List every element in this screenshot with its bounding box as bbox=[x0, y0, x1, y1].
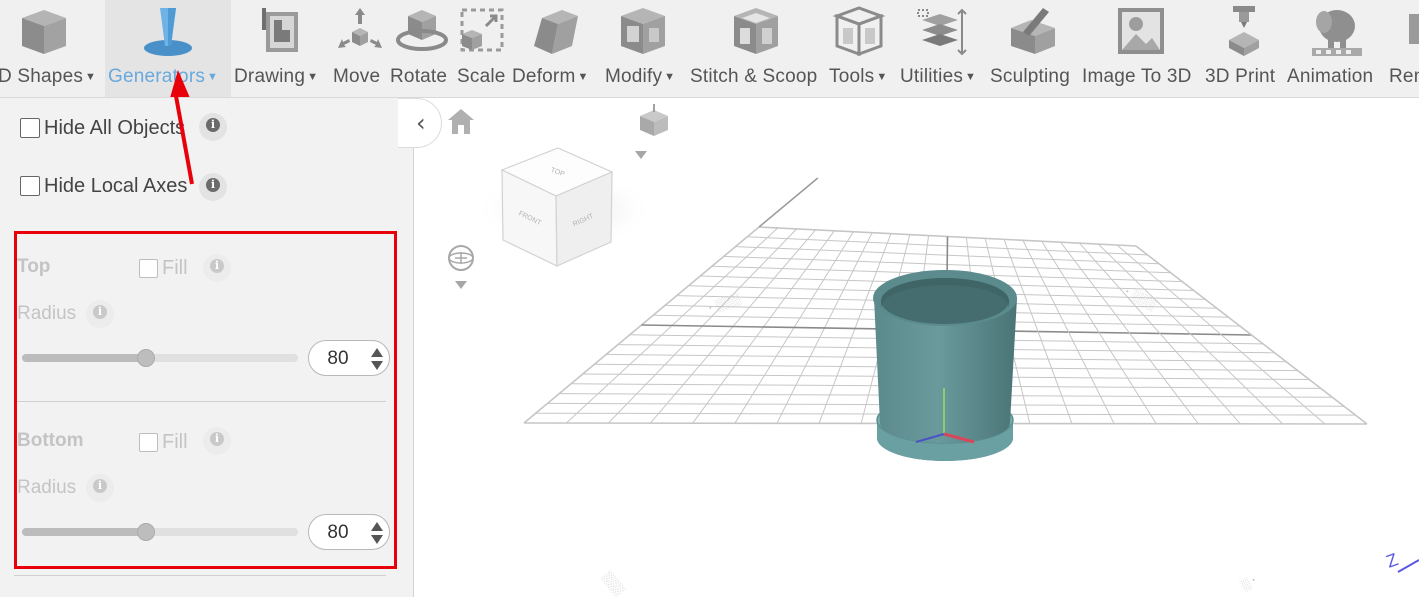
axis-z-label: Z bbox=[1384, 549, 1401, 572]
toolbar-label-deform: Deform bbox=[512, 66, 576, 87]
annotation-arrow-top bbox=[170, 70, 190, 97]
toolbar-item-stitch-scoop[interactable]: Stitch & Scoop bbox=[688, 0, 826, 97]
section-divider bbox=[14, 575, 386, 576]
toolbar-item-modify[interactable]: Modify ▼ bbox=[603, 0, 687, 97]
toolbar-label-image-to-3d: Image To 3D bbox=[1082, 66, 1192, 87]
deform-icon bbox=[534, 10, 578, 54]
toolbar-label-utilities: Utilities bbox=[900, 66, 964, 87]
3d-print-icon bbox=[1229, 6, 1259, 56]
3d-viewport[interactable]: TOP FRONT RIGHT · ░░░ · ░░░ ░░░ ░ · Z bbox=[414, 98, 1419, 597]
camera-view-icon[interactable] bbox=[635, 104, 668, 159]
home-icon[interactable] bbox=[448, 109, 474, 134]
annotation-arrow-line bbox=[174, 96, 194, 185]
chevron-down-icon: ▼ bbox=[307, 71, 319, 83]
toolbar-item-rotate[interactable]: Rotate bbox=[388, 0, 456, 97]
toolbar-label-stitch-scoop: Stitch & Scoop bbox=[690, 66, 818, 87]
grid-label: · ░░░ bbox=[707, 291, 743, 315]
toolbar-label-animation: Animation bbox=[1287, 66, 1374, 87]
toolbar-item-utilities[interactable]: Utilities ▼ bbox=[898, 0, 988, 97]
grid-label: ░░░ bbox=[600, 569, 627, 597]
drawing-icon bbox=[262, 8, 298, 52]
sculpting-icon bbox=[1011, 8, 1055, 54]
chevron-down-icon: ▼ bbox=[664, 71, 676, 83]
toolbar-label-modify: Modify bbox=[605, 66, 663, 87]
chevron-down-icon: ▼ bbox=[876, 71, 888, 83]
toolbar-item-scale[interactable]: Scale bbox=[456, 0, 510, 97]
toolbar-label-move: Move bbox=[333, 66, 381, 87]
toolbar-label-render: Ren bbox=[1389, 66, 1419, 87]
info-icon[interactable]: i bbox=[199, 173, 227, 201]
toolbar-label-tools: Tools bbox=[829, 66, 875, 87]
move-icon bbox=[338, 8, 382, 48]
toolbar-item-shapes[interactable]: D Shapes ▼ bbox=[0, 0, 104, 97]
chevron-down-icon: ▼ bbox=[577, 71, 589, 83]
cylinder-object[interactable] bbox=[873, 270, 1017, 461]
toolbar-item-tools[interactable]: Tools ▼ bbox=[827, 0, 897, 97]
toolbar-item-sculpting[interactable]: Sculpting bbox=[989, 0, 1079, 97]
hide-all-objects-row[interactable]: Hide All Objects bbox=[20, 114, 185, 142]
toolbar-label-scale: Scale bbox=[457, 66, 506, 87]
scene-canvas: TOP FRONT RIGHT · ░░░ · ░░░ ░░░ ░ · Z bbox=[448, 104, 1419, 597]
toolbar-label-shapes: D Shapes bbox=[0, 66, 84, 87]
cube-icon bbox=[22, 10, 66, 54]
rotate-icon bbox=[396, 10, 448, 51]
orbit-icon[interactable] bbox=[448, 245, 474, 289]
info-icon[interactable]: i bbox=[199, 113, 227, 141]
toolbar-item-move[interactable]: Move bbox=[330, 0, 386, 97]
modify-icon bbox=[621, 8, 665, 54]
scale-icon bbox=[460, 8, 504, 52]
stitch-scoop-icon bbox=[734, 8, 778, 54]
hide-local-axes-row[interactable]: Hide Local Axes bbox=[20, 172, 187, 200]
hide-local-axes-label: Hide Local Axes bbox=[44, 174, 188, 197]
toolbar-item-3d-print[interactable]: 3D Print bbox=[1203, 0, 1287, 97]
hide-all-objects-label: Hide All Objects bbox=[44, 116, 186, 139]
chevron-down-icon: ▼ bbox=[85, 71, 97, 83]
toolbar-item-render[interactable]: Ren bbox=[1387, 0, 1419, 97]
toolbar-label-drawing: Drawing bbox=[234, 66, 306, 87]
view-cube[interactable]: TOP FRONT RIGHT bbox=[474, 147, 654, 267]
animation-icon bbox=[1312, 10, 1362, 56]
generator-icon bbox=[144, 8, 192, 56]
chevron-left-icon: ‹ bbox=[416, 109, 426, 137]
toolbar-item-drawing[interactable]: Drawing ▼ bbox=[232, 0, 328, 97]
hide-local-axes-checkbox[interactable] bbox=[20, 176, 40, 196]
hide-all-objects-checkbox[interactable] bbox=[20, 118, 40, 138]
toolbar-item-deform[interactable]: Deform ▼ bbox=[510, 0, 602, 97]
chevron-down-icon: ▼ bbox=[965, 71, 977, 83]
render-icon bbox=[1409, 14, 1419, 44]
annotation-highlight-box bbox=[14, 231, 397, 569]
toolbar-item-animation[interactable]: Animation bbox=[1287, 0, 1386, 97]
utilities-icon bbox=[917, 8, 967, 56]
main-toolbar: D Shapes ▼ Generators ▼ Drawing ▼ Move R… bbox=[0, 0, 1419, 98]
tools-icon bbox=[832, 6, 886, 57]
toolbar-item-image-to-3d[interactable]: Image To 3D bbox=[1080, 0, 1202, 97]
toolbar-label-sculpting: Sculpting bbox=[990, 66, 1070, 87]
grid-line bbox=[758, 177, 819, 228]
app-window: D Shapes ▼ Generators ▼ Drawing ▼ Move R… bbox=[0, 0, 1419, 597]
image-to-3d-icon bbox=[1118, 8, 1164, 54]
axis-gizmo: Z bbox=[1384, 549, 1419, 573]
grid-label: ░ · bbox=[1239, 573, 1260, 593]
toolbar-label-rotate: Rotate bbox=[390, 66, 448, 87]
toolbar-label-3d-print: 3D Print bbox=[1205, 66, 1276, 87]
